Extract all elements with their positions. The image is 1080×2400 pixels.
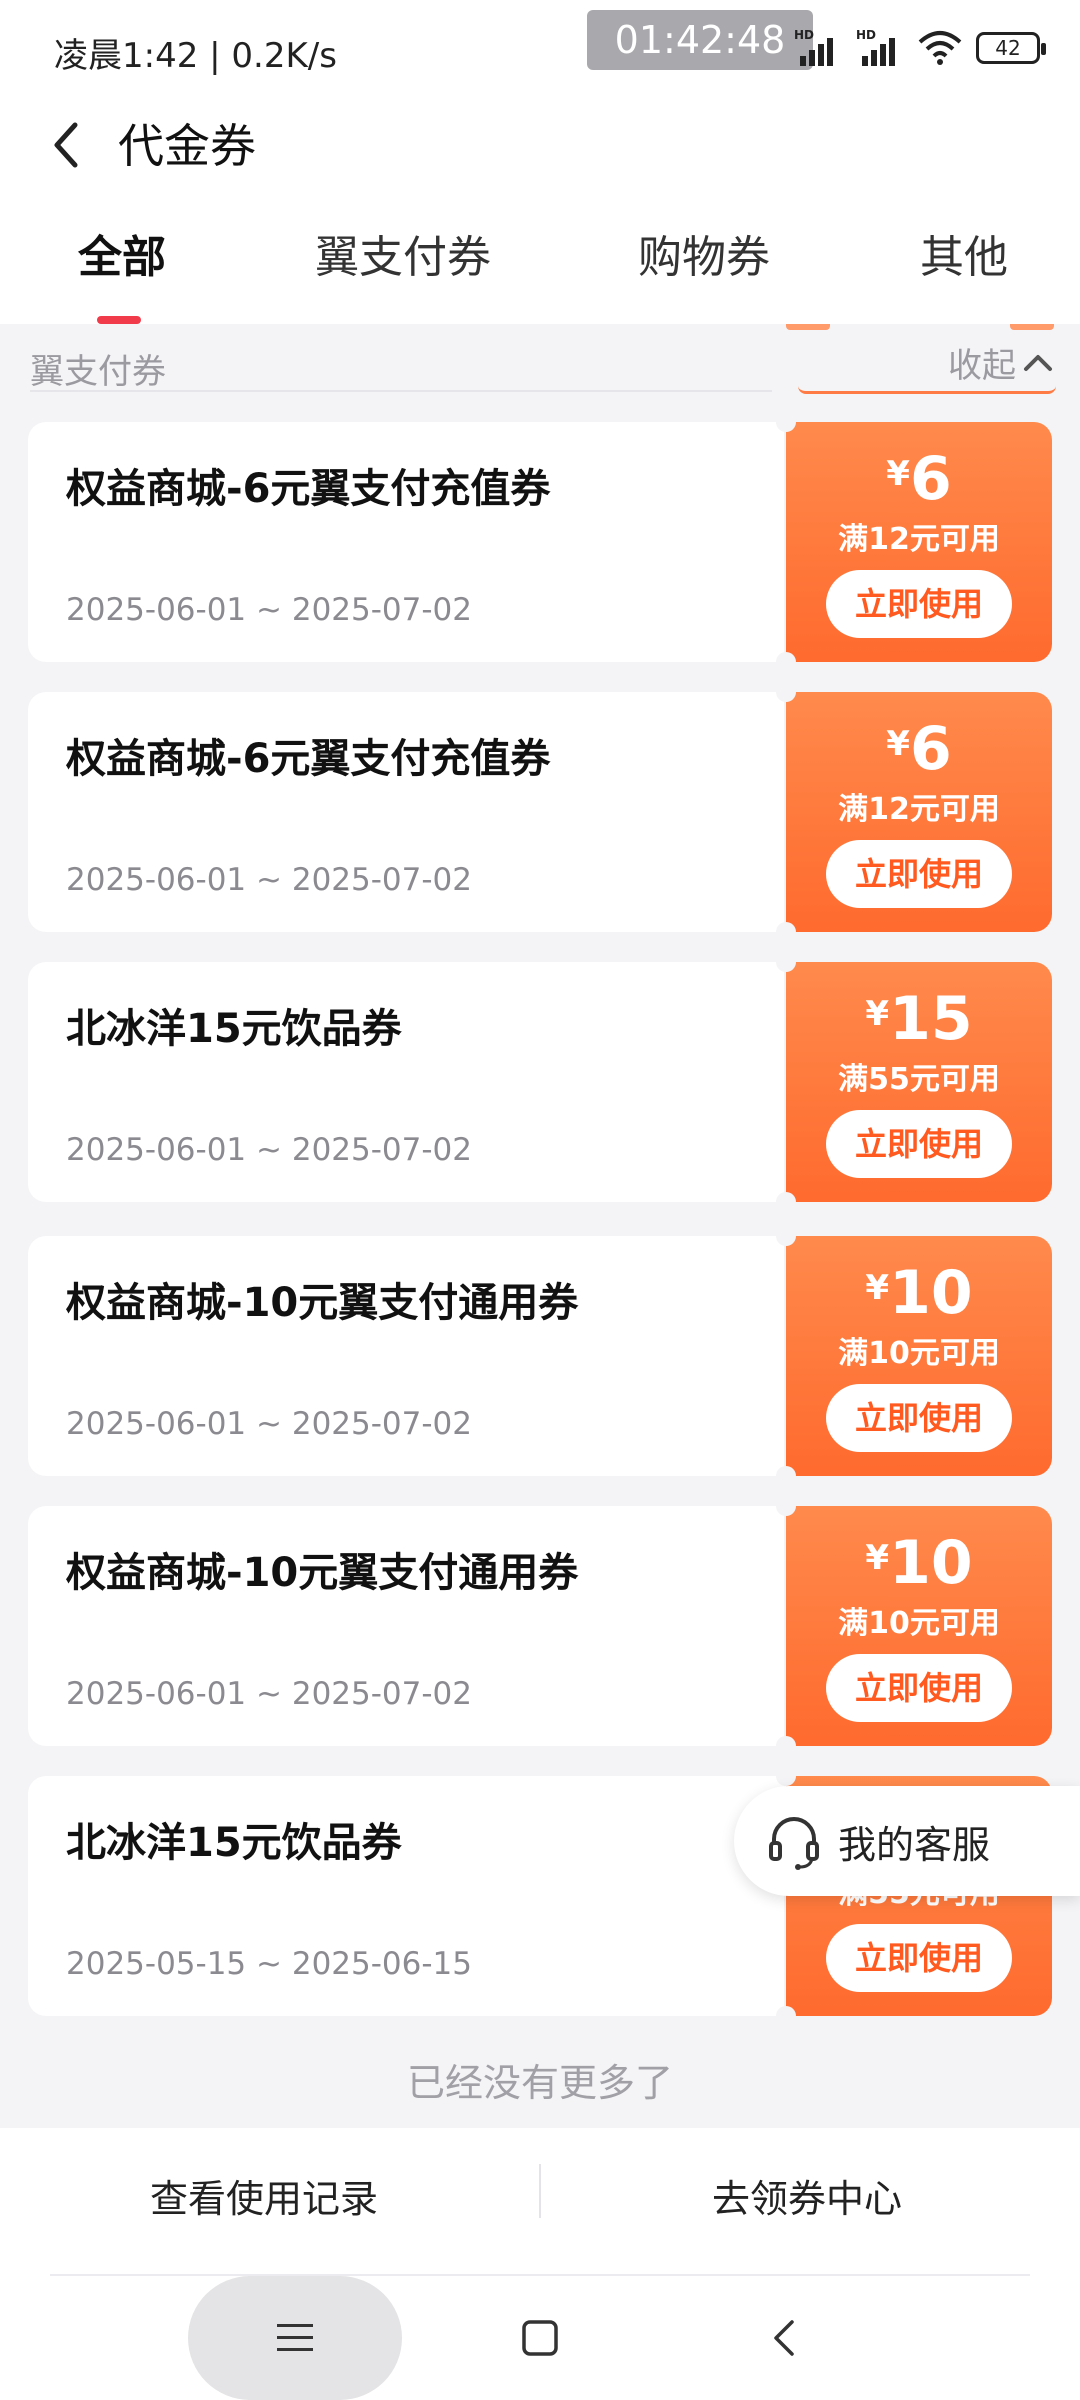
battery-icon: 42: [976, 32, 1046, 64]
view-usage-history-button[interactable]: 查看使用记录: [150, 2168, 378, 2223]
coupon-notch: [776, 1192, 796, 1212]
action-divider: [539, 2164, 541, 2218]
collapse-button[interactable]: 收起: [798, 334, 1056, 394]
section-divider: [30, 390, 772, 392]
coupon-card: 北冰洋15元饮品券 2025-06-01 ~ 2025-07-02 ¥15 满5…: [28, 952, 1052, 1212]
back-button[interactable]: [36, 112, 96, 178]
menu-icon: [277, 2324, 313, 2351]
coupon-date-range: 2025-06-01 ~ 2025-07-02: [66, 1676, 472, 1712]
clock-overlay: 01:42:48: [587, 10, 813, 70]
use-now-button[interactable]: 立即使用: [826, 840, 1012, 908]
chevron-up-icon: [1024, 354, 1052, 371]
status-icons: HD HD 42: [794, 26, 1046, 70]
coupon-notch: [776, 1766, 796, 1786]
collapse-label: 收起: [948, 346, 1016, 386]
coupon-value-panel: ¥6 满12元可用 立即使用: [786, 422, 1052, 662]
chevron-left-icon: [54, 122, 78, 168]
coupon-price: ¥15: [865, 984, 973, 1054]
back-icon[interactable]: [764, 2316, 804, 2360]
coupon-condition: 满10元可用: [838, 1336, 1000, 1371]
coupon-card: 权益商城-6元翼支付充值券 2025-06-01 ~ 2025-07-02 ¥6…: [28, 682, 1052, 942]
system-nav-bar: [0, 2276, 1080, 2400]
coupon-info: 权益商城-6元翼支付充值券 2025-06-01 ~ 2025-07-02: [28, 422, 784, 662]
coupon-price: ¥6: [886, 444, 952, 514]
coupon-price: ¥10: [865, 1528, 973, 1598]
coupon-info: 权益商城-6元翼支付充值券 2025-06-01 ~ 2025-07-02: [28, 692, 784, 932]
use-now-button[interactable]: 立即使用: [826, 1924, 1012, 1992]
coupon-name: 权益商城-10元翼支付通用券: [66, 1280, 579, 1326]
coupon-card: 权益商城-10元翼支付通用券 2025-06-01 ~ 2025-07-02 ¥…: [28, 1496, 1052, 1756]
coupon-notch: [776, 1496, 796, 1516]
scroll-peek-edge: [786, 324, 830, 330]
active-tab-indicator: [97, 316, 141, 324]
coupon-date-range: 2025-06-01 ~ 2025-07-02: [66, 862, 472, 898]
tab-other[interactable]: 其他: [920, 230, 1008, 286]
home-icon[interactable]: [520, 2318, 560, 2358]
coupon-page: 凌晨1:42 | 0.2K/s 01:42:48 HD HD 42 代金券 全部…: [0, 0, 1080, 2400]
coupon-name: 权益商城-6元翼支付充值券: [66, 736, 551, 782]
coupon-notch: [776, 1736, 796, 1756]
status-bar: 凌晨1:42 | 0.2K/s 01:42:48 HD HD 42: [0, 0, 1080, 96]
coupon-condition: 满12元可用: [838, 522, 1000, 557]
coupon-value-panel: ¥15 满55元可用 立即使用: [786, 962, 1052, 1202]
tab-bestpay[interactable]: 翼支付券: [315, 230, 491, 286]
coupon-name: 权益商城-10元翼支付通用券: [66, 1550, 579, 1596]
signal-icon: HD: [794, 28, 842, 68]
tab-bar: 全部 翼支付券 购物券 其他: [0, 196, 1080, 324]
coupon-notch: [776, 652, 796, 672]
use-now-button[interactable]: 立即使用: [826, 1654, 1012, 1722]
coupon-card: 权益商城-10元翼支付通用券 2025-06-01 ~ 2025-07-02 ¥…: [28, 1226, 1052, 1486]
coupon-value-panel: ¥6 满12元可用 立即使用: [786, 692, 1052, 932]
coupon-card: 权益商城-6元翼支付充值券 2025-06-01 ~ 2025-07-02 ¥6…: [28, 412, 1052, 672]
coupon-date-range: 2025-06-01 ~ 2025-07-02: [66, 592, 472, 628]
coupon-price: ¥6: [886, 714, 952, 784]
coupon-date-range: 2025-06-01 ~ 2025-07-02: [66, 1132, 472, 1168]
app-header: 代金券: [0, 96, 1080, 196]
customer-service-label: 我的客服: [838, 1822, 991, 1867]
section-header: 翼支付券 收起: [0, 324, 1080, 394]
tab-all[interactable]: 全部: [78, 230, 166, 286]
coupon-condition: 满12元可用: [838, 792, 1000, 827]
wifi-icon: [918, 31, 962, 65]
coupon-condition: 满55元可用: [838, 1062, 1000, 1097]
coupon-value-panel: ¥10 满10元可用 立即使用: [786, 1506, 1052, 1746]
section-title: 翼支付券: [30, 352, 166, 392]
coupon-name: 权益商城-6元翼支付充值券: [66, 466, 551, 512]
coupon-name: 北冰洋15元饮品券: [66, 1006, 402, 1052]
signal-icon: HD: [856, 28, 904, 68]
use-now-button[interactable]: 立即使用: [826, 1384, 1012, 1452]
nav-menu-button[interactable]: [188, 2276, 402, 2400]
coupon-value-panel: ¥10 满10元可用 立即使用: [786, 1236, 1052, 1476]
end-of-list-text: 已经没有更多了: [406, 2061, 673, 2105]
coupon-notch: [776, 952, 796, 972]
customer-service-button[interactable]: 我的客服: [734, 1786, 1080, 1896]
headset-icon: [769, 1817, 819, 1870]
status-time-speed: 凌晨1:42 | 0.2K/s: [54, 36, 337, 76]
scroll-peek-edge: [1010, 324, 1054, 330]
coupon-date-range: 2025-06-01 ~ 2025-07-02: [66, 1406, 472, 1442]
page-title: 代金券: [118, 119, 256, 173]
use-now-button[interactable]: 立即使用: [826, 570, 1012, 638]
bottom-action-bar: 查看使用记录 去领券中心: [0, 2128, 1080, 2276]
coupon-notch: [776, 412, 796, 432]
coupon-name: 北冰洋15元饮品券: [66, 1820, 402, 1866]
coupon-info: 权益商城-10元翼支付通用券 2025-06-01 ~ 2025-07-02: [28, 1506, 784, 1746]
coupon-price: ¥10: [865, 1258, 973, 1328]
coupon-notch: [776, 682, 796, 702]
coupon-notch: [776, 1466, 796, 1486]
tab-shopping[interactable]: 购物券: [638, 230, 770, 286]
coupon-notch: [776, 922, 796, 942]
coupon-date-range: 2025-05-15 ~ 2025-06-15: [66, 1946, 472, 1982]
use-now-button[interactable]: 立即使用: [826, 1110, 1012, 1178]
coupon-notch: [776, 1226, 796, 1246]
coupon-condition: 满10元可用: [838, 1606, 1000, 1641]
coupon-info: 北冰洋15元饮品券 2025-05-15 ~ 2025-06-15: [28, 1776, 784, 2016]
coupon-center-button[interactable]: 去领券中心: [712, 2168, 902, 2223]
coupon-info: 北冰洋15元饮品券 2025-06-01 ~ 2025-07-02: [28, 962, 784, 1202]
coupon-info: 权益商城-10元翼支付通用券 2025-06-01 ~ 2025-07-02: [28, 1236, 784, 1476]
coupon-notch: [776, 2006, 796, 2026]
